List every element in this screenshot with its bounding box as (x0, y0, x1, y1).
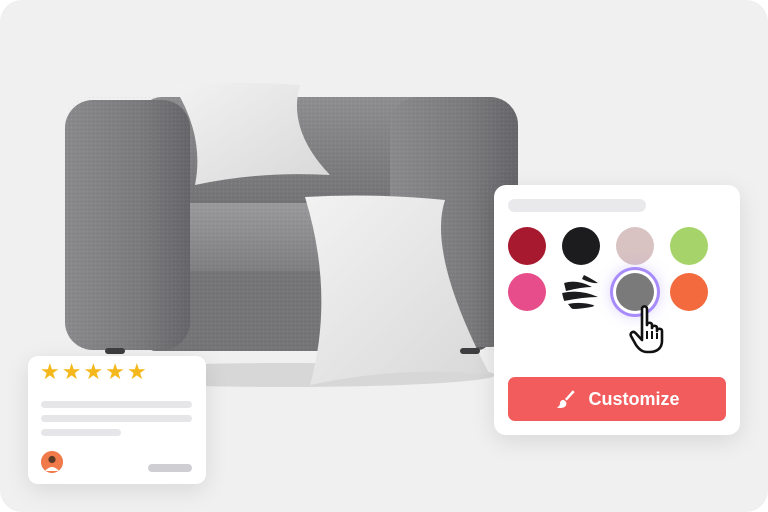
product-stage: Customize ★ ★ ★ ★ ★ (0, 0, 768, 512)
swatch-blush[interactable] (616, 227, 654, 265)
swatch-black[interactable] (562, 227, 600, 265)
review-text-placeholder (41, 429, 121, 436)
swatch-grid (508, 227, 722, 315)
picker-title-placeholder (508, 199, 646, 212)
star-icon: ★ (83, 360, 104, 385)
star-icon: ★ (126, 360, 147, 385)
swatch-lime[interactable] (670, 227, 708, 265)
review-text-placeholder (41, 401, 192, 408)
avatar (41, 451, 63, 473)
swatch-zebra[interactable] (562, 273, 600, 311)
review-card: ★ ★ ★ ★ ★ (28, 356, 206, 484)
swatch-burgundy[interactable] (508, 227, 546, 265)
paintbrush-icon (554, 388, 576, 410)
armchair-image (55, 75, 525, 395)
customize-button[interactable]: Customize (508, 377, 726, 421)
pointer-hand-icon (628, 303, 676, 355)
review-meta-placeholder (148, 464, 192, 472)
star-icon: ★ (40, 360, 60, 385)
color-picker-card: Customize (494, 185, 740, 435)
star-icon: ★ (105, 360, 125, 385)
swatch-pink[interactable] (508, 273, 546, 311)
customize-button-label: Customize (588, 388, 680, 409)
review-text-placeholder (41, 415, 192, 422)
star-rating: ★ ★ ★ ★ ★ (40, 362, 147, 384)
star-icon: ★ (61, 360, 82, 385)
zebra-pattern-icon (562, 273, 600, 311)
